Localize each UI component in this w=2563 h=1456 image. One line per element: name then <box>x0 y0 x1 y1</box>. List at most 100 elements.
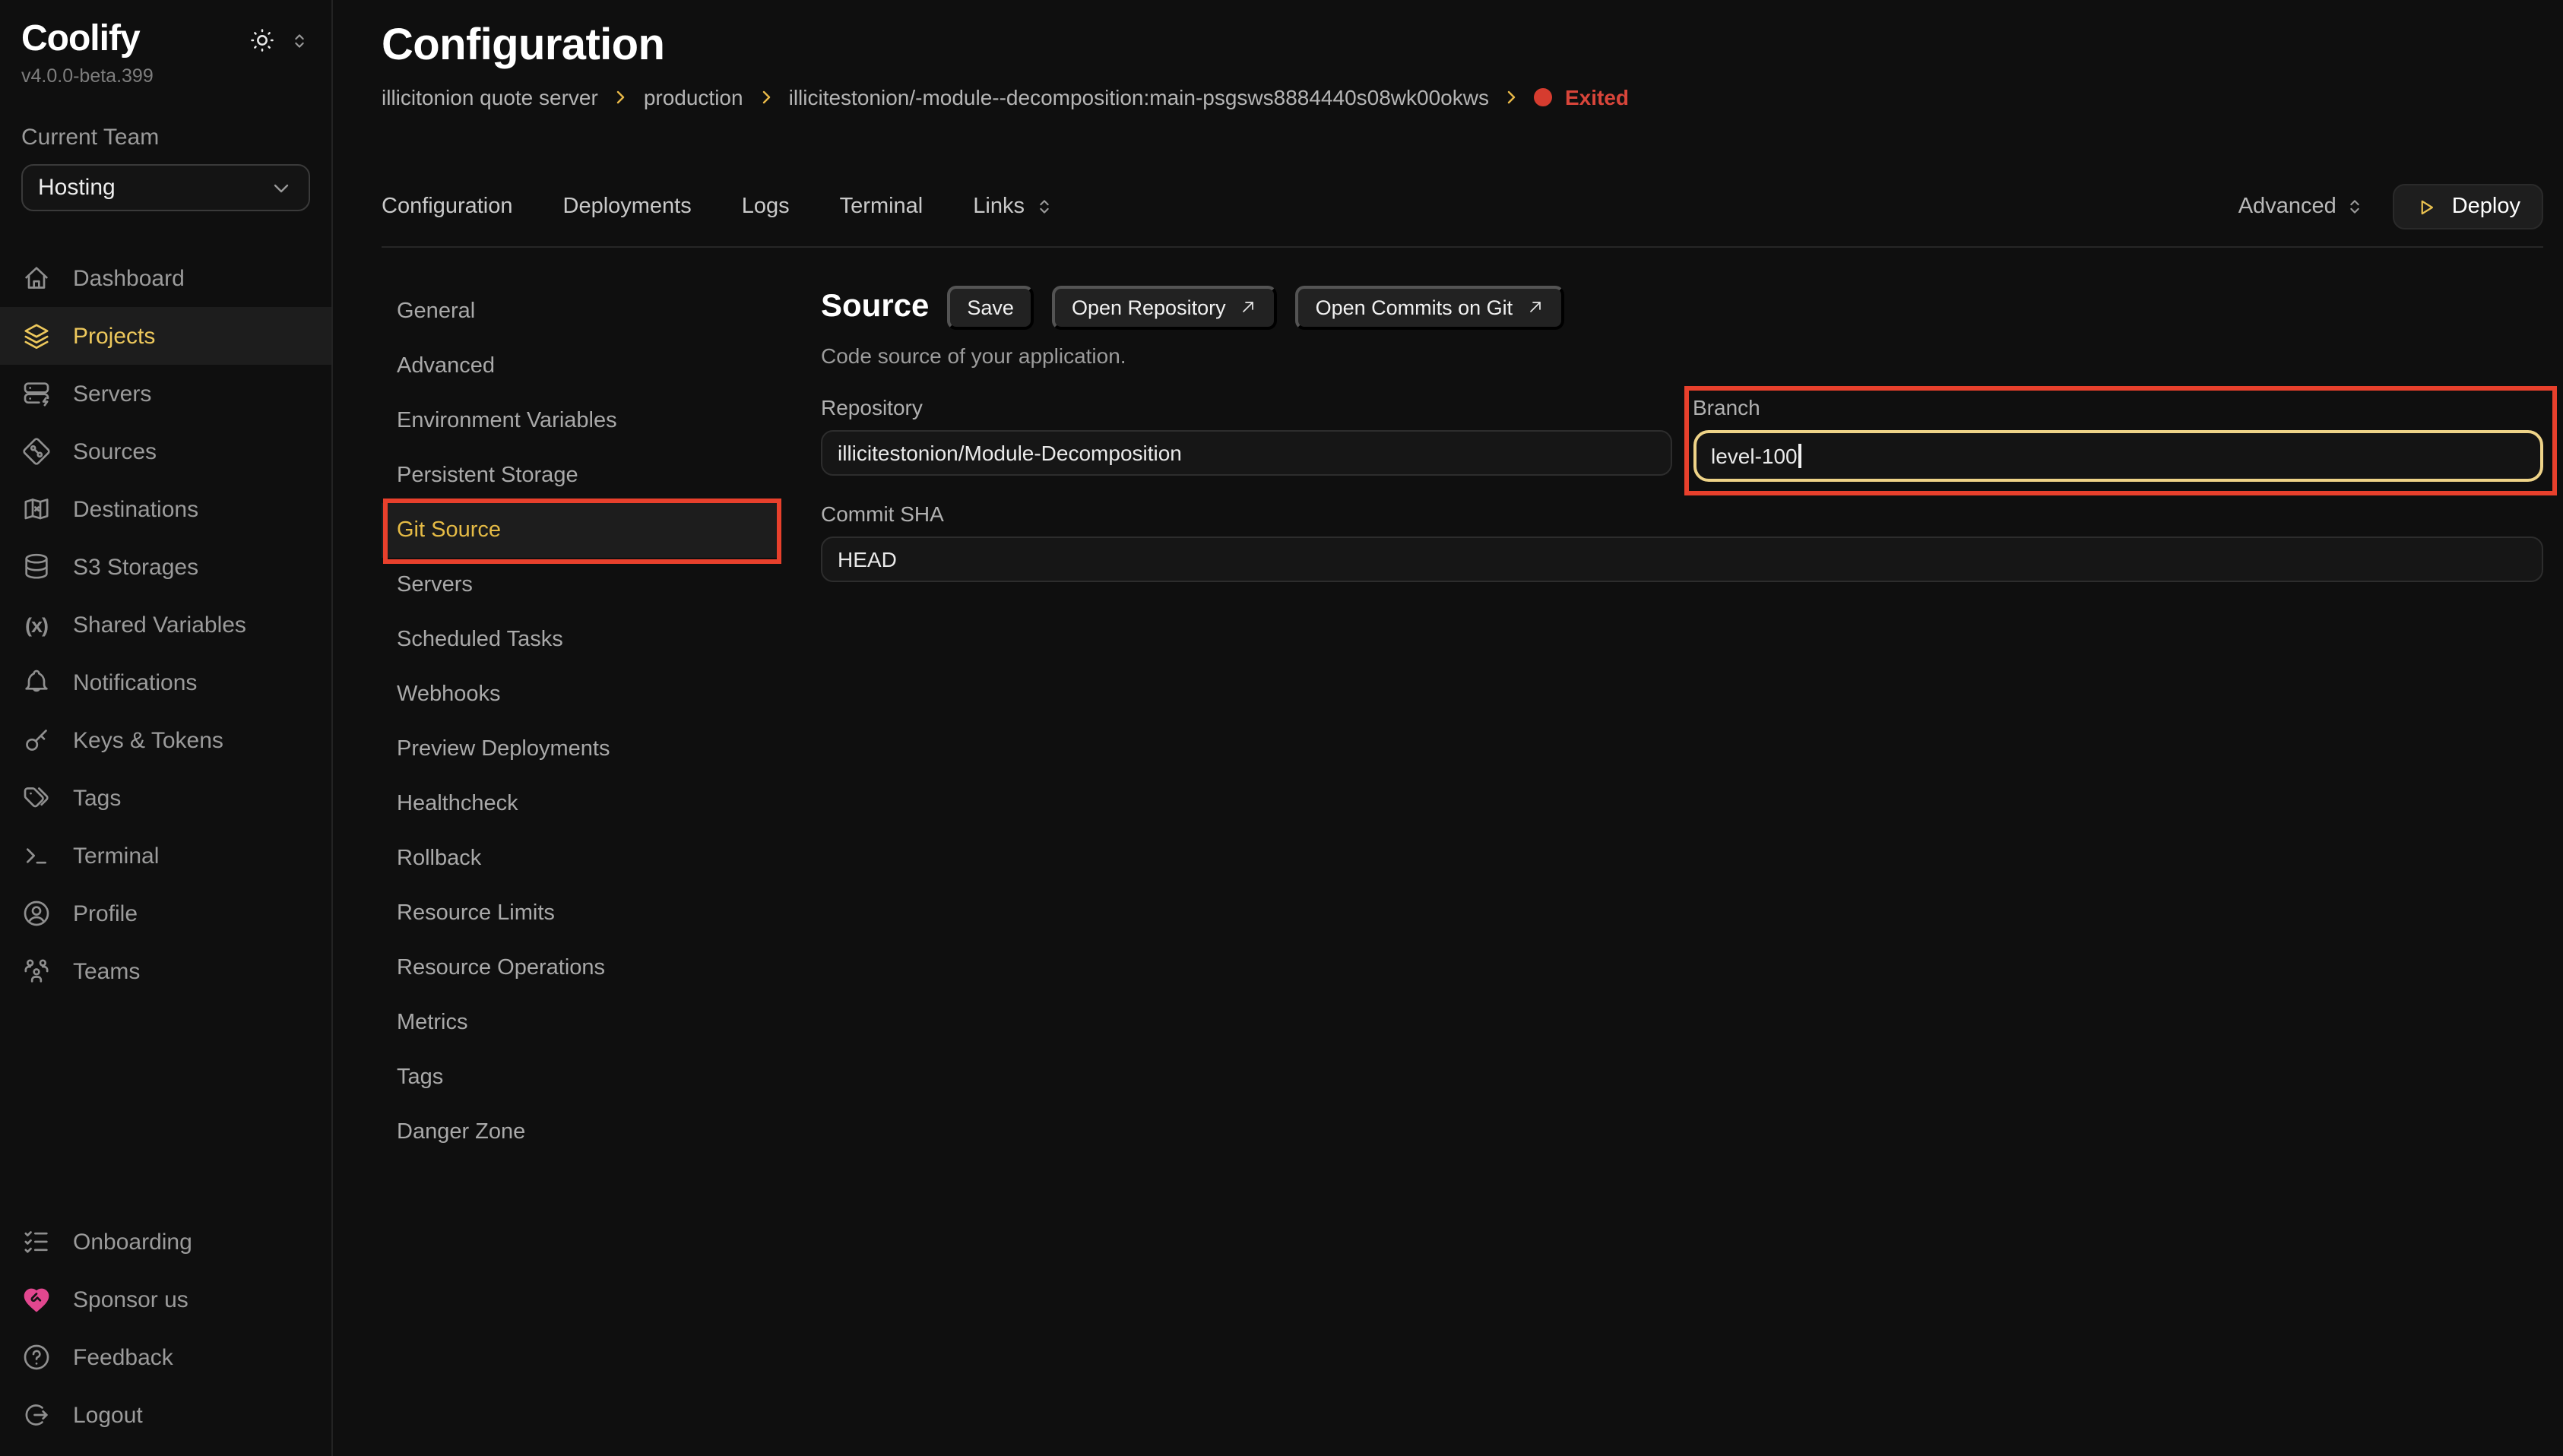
text-cursor <box>1799 444 1801 468</box>
subnav-item-scheduled-tasks[interactable]: Scheduled Tasks <box>382 612 780 667</box>
subnav-item-metrics[interactable]: Metrics <box>382 995 780 1050</box>
theme-sun-icon[interactable] <box>249 27 275 53</box>
status-badge: Exited <box>1535 85 1629 109</box>
subnav-item-persistent-storage[interactable]: Persistent Storage <box>382 448 780 503</box>
team-select[interactable]: Hosting <box>21 164 310 211</box>
subnav-item-danger-zone[interactable]: Danger Zone <box>382 1105 780 1160</box>
repository-input[interactable] <box>821 430 1671 476</box>
sidebar-item-notifications[interactable]: Notifications <box>0 654 331 711</box>
commit-sha-label: Commit SHA <box>821 502 2543 526</box>
subnav-item-git-source[interactable]: Git Source <box>382 503 780 558</box>
sidebar-item-keys-tokens[interactable]: Keys & Tokens <box>0 711 331 769</box>
sidebar-item-sponsor-us[interactable]: Sponsor us <box>0 1271 331 1328</box>
open-commits-button[interactable]: Open Commits on Git <box>1296 285 1565 329</box>
subnav-item-resource-operations[interactable]: Resource Operations <box>382 941 780 995</box>
sidebar-nav: Dashboard Projects Servers Sources Desti… <box>0 249 331 1000</box>
theme-select-caret-icon[interactable] <box>289 30 310 51</box>
subnav-item-resource-limits[interactable]: Resource Limits <box>382 886 780 941</box>
sidebar-item-label: Terminal <box>73 843 159 869</box>
tab-links[interactable]: Links <box>973 195 1055 219</box>
sidebar-item-label: Notifications <box>73 669 197 695</box>
theme-controls <box>249 27 310 53</box>
sidebar-item-label: Onboarding <box>73 1229 192 1255</box>
sidebar-item-onboarding[interactable]: Onboarding <box>0 1213 331 1271</box>
logout-icon <box>21 1400 52 1430</box>
open-repository-button[interactable]: Open Repository <box>1052 285 1278 329</box>
subnav-item-rollback[interactable]: Rollback <box>382 831 780 886</box>
tab-deployments[interactable]: Deployments <box>563 195 692 219</box>
subnav-item-environment-variables[interactable]: Environment Variables <box>382 394 780 448</box>
page-title: Configuration <box>382 21 2543 71</box>
sidebar-item-shared-variables[interactable]: (x) Shared Variables <box>0 596 331 654</box>
database-icon <box>21 552 52 582</box>
config-subnav: General Advanced Environment Variables P… <box>382 284 780 1456</box>
git-source-section: Source Save Open Repository Open Commits… <box>821 284 2543 1456</box>
logo-row: Coolify <box>0 18 331 61</box>
subnav-item-healthcheck[interactable]: Healthcheck <box>382 777 780 831</box>
breadcrumb-environment[interactable]: production <box>644 85 743 109</box>
sidebar-item-projects[interactable]: Projects <box>0 307 331 365</box>
tab-logs[interactable]: Logs <box>742 195 790 219</box>
home-icon <box>21 263 52 293</box>
deploy-button[interactable]: Deploy <box>2393 184 2543 229</box>
team-select-value: Hosting <box>38 175 116 201</box>
subnav-item-preview-deployments[interactable]: Preview Deployments <box>382 722 780 777</box>
subnav-item-tags[interactable]: Tags <box>382 1050 780 1105</box>
coolify-app: Coolify v4.0.0-beta.399 Current Team Hos… <box>0 0 2563 1456</box>
sidebar-item-s3-storages[interactable]: S3 Storages <box>0 538 331 596</box>
map-icon <box>21 494 52 524</box>
sidebar: Coolify v4.0.0-beta.399 Current Team Hos… <box>0 0 333 1456</box>
status-dot-icon <box>1535 88 1553 106</box>
sidebar-item-label: Shared Variables <box>73 612 246 638</box>
header-actions: Advanced Deploy <box>2238 184 2543 229</box>
user-circle-icon <box>21 898 52 929</box>
sidebar-spacer <box>0 1000 331 1175</box>
sidebar-item-label: Logout <box>73 1402 143 1428</box>
sidebar-item-label: Profile <box>73 901 138 926</box>
sidebar-item-sources[interactable]: Sources <box>0 423 331 480</box>
sidebar-item-destinations[interactable]: Destinations <box>0 480 331 538</box>
source-header: Source Save Open Repository Open Commits… <box>821 284 2543 330</box>
sidebar-item-servers[interactable]: Servers <box>0 365 331 423</box>
sidebar-item-label: Servers <box>73 381 151 407</box>
app-logo: Coolify <box>21 18 140 61</box>
sidebar-item-feedback[interactable]: Feedback <box>0 1328 331 1386</box>
play-icon <box>2416 195 2438 218</box>
branch-input[interactable]: level-100 <box>1693 430 2543 482</box>
tabs-divider <box>382 246 2543 248</box>
sidebar-item-teams[interactable]: Teams <box>0 942 331 1000</box>
section-description: Code source of your application. <box>821 343 2543 368</box>
sidebar-item-terminal[interactable]: Terminal <box>0 827 331 885</box>
subnav-item-advanced[interactable]: Advanced <box>382 339 780 394</box>
sidebar-item-label: Tags <box>73 785 121 811</box>
chevron-right-icon <box>757 88 775 106</box>
users-group-icon <box>21 956 52 986</box>
advanced-menu[interactable]: Advanced <box>2238 195 2365 219</box>
subnav-item-servers[interactable]: Servers <box>382 558 780 612</box>
save-button[interactable]: Save <box>947 285 1034 329</box>
heart-hands-icon <box>21 1284 52 1315</box>
tab-configuration[interactable]: Configuration <box>382 195 513 219</box>
chevron-down-icon <box>269 176 293 200</box>
repository-field: Repository <box>821 395 1671 482</box>
sidebar-item-dashboard[interactable]: Dashboard <box>0 249 331 307</box>
breadcrumb-project[interactable]: illicitonion quote server <box>382 85 598 109</box>
subnav-item-general[interactable]: General <box>382 284 780 339</box>
sidebar-item-logout[interactable]: Logout <box>0 1386 331 1444</box>
variables-icon: (x) <box>21 609 52 640</box>
commit-sha-input[interactable] <box>821 537 2543 582</box>
terminal-icon <box>21 840 52 871</box>
status-text: Exited <box>1565 85 1629 109</box>
commit-sha-field: Commit SHA <box>821 502 2543 582</box>
tab-terminal[interactable]: Terminal <box>840 195 924 219</box>
app-version: v4.0.0-beta.399 <box>0 65 331 87</box>
subnav-item-webhooks[interactable]: Webhooks <box>382 667 780 722</box>
server-icon <box>21 378 52 409</box>
bell-icon <box>21 667 52 698</box>
sidebar-item-profile[interactable]: Profile <box>0 885 331 942</box>
sidebar-item-tags[interactable]: Tags <box>0 769 331 827</box>
section-title: Source <box>821 289 929 325</box>
breadcrumb-resource[interactable]: illicitestonion/-module--decomposition:m… <box>789 85 1489 109</box>
external-link-icon <box>1240 298 1258 316</box>
chevron-right-icon <box>612 88 630 106</box>
